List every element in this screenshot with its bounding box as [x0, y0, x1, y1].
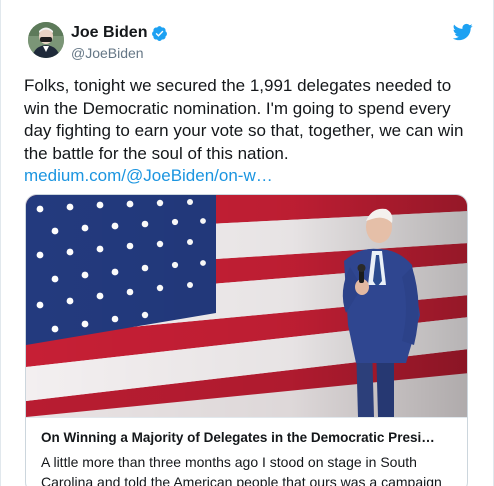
display-name-row: Joe Biden: [71, 23, 168, 43]
tweet-text: Folks, tonight we secured the 1,991 dele…: [24, 75, 476, 188]
card-title: On Winning a Majority of Delegates in th…: [41, 430, 435, 445]
author-handle[interactable]: @JoeBiden: [71, 45, 168, 61]
card-image: [26, 195, 467, 417]
card-description: A little more than three months ago I st…: [41, 454, 442, 486]
tweet-embed: Joe Biden @JoeBiden Folks, tonight we se…: [0, 0, 494, 486]
author-avatar[interactable]: [28, 22, 64, 58]
twitter-bird-icon[interactable]: [452, 22, 473, 42]
link-preview-card[interactable]: On Winning a Majority of Delegates in th…: [25, 194, 468, 486]
tweet-link[interactable]: medium.com/@JoeBiden/on-w…: [24, 166, 273, 185]
tweet-header: Joe Biden @JoeBiden: [28, 20, 473, 64]
verified-badge-icon: [151, 25, 168, 42]
author-names: Joe Biden @JoeBiden: [71, 23, 168, 61]
tweet-body: Folks, tonight we secured the 1,991 dele…: [24, 76, 464, 163]
author-display-name[interactable]: Joe Biden: [71, 24, 147, 42]
card-body: On Winning a Majority of Delegates in th…: [26, 417, 467, 486]
